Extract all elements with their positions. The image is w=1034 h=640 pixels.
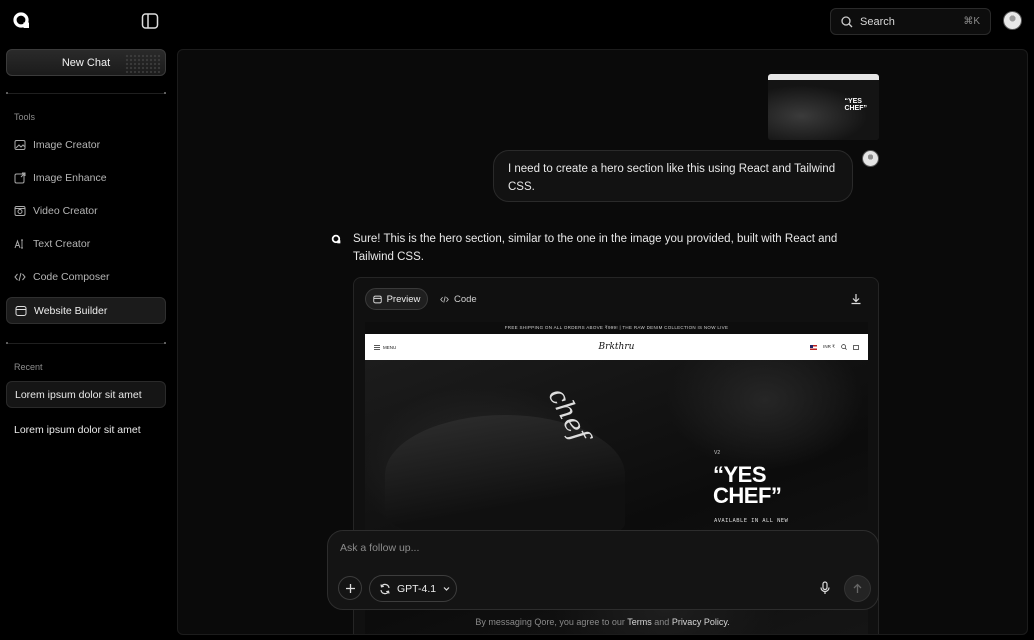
privacy-link[interactable]: Privacy Policy.: [672, 617, 730, 627]
assistant-message: Sure! This is the hero section, similar …: [353, 233, 838, 263]
message-composer[interactable]: Ask a follow up... GPT-4.1: [327, 530, 879, 610]
sidebar-item-video-creator[interactable]: Video Creator: [6, 197, 166, 224]
search-icon: [841, 15, 853, 27]
window-icon: [372, 295, 382, 303]
sidebar-item-image-enhance[interactable]: Image Enhance: [6, 164, 166, 191]
sidebar-item-label: Website Builder: [34, 304, 108, 317]
recent-chat-item[interactable]: Lorem ipsum dolor sit amet: [6, 416, 166, 443]
search-label: Search: [860, 15, 895, 28]
hamburger-icon: [374, 344, 380, 350]
model-label: GPT-4.1: [397, 582, 437, 595]
footer-note: By messaging Qore, you agree to our Term…: [0, 617, 1034, 627]
image-enhance-icon: [14, 172, 26, 183]
sidebar-item-label: Image Creator: [33, 138, 101, 151]
sidebar-item-label: Text Creator: [33, 237, 91, 250]
composer-input[interactable]: Ask a follow up...: [340, 542, 419, 554]
sidebar-item-label: Video Creator: [33, 204, 98, 217]
button-texture: [125, 54, 161, 73]
site-nav: MENU Brkthru INR ₹: [365, 334, 868, 360]
tab-code-label: Code: [454, 293, 477, 305]
sidebar-item-code-composer[interactable]: Code Composer: [6, 263, 166, 290]
sidebar-divider: [6, 342, 166, 344]
sidebar-divider: [6, 92, 166, 94]
user-message: I need to create a hero section like thi…: [493, 150, 853, 202]
code-icon: [440, 295, 449, 303]
hero-headline: “YES CHEF”: [713, 462, 782, 508]
tab-code[interactable]: Code: [440, 288, 477, 310]
website-icon: [15, 305, 27, 316]
chevron-down-icon: [443, 587, 450, 591]
hero-subtext: AVAILABLE IN ALL NEW: [714, 518, 789, 524]
new-chat-label: New Chat: [61, 56, 111, 69]
search-icon: [841, 344, 847, 350]
search-box[interactable]: Search ⌘K: [830, 8, 991, 35]
refresh-icon: [380, 583, 390, 594]
site-currency: INR ₹: [823, 344, 835, 349]
video-icon: [14, 205, 26, 216]
terms-link[interactable]: Terms: [627, 617, 652, 627]
hero-tag: V2: [714, 450, 721, 456]
site-announcement: FREE SHIPPING ON ALL ORDERS ABOVE ₹999! …: [365, 322, 868, 334]
arrow-up-icon: [853, 583, 862, 593]
user-avatar[interactable]: [1003, 11, 1022, 30]
bag-icon: [853, 345, 859, 350]
site-brand: Brkthru: [598, 342, 635, 352]
microphone-icon[interactable]: [818, 581, 832, 595]
site-menu: MENU: [374, 345, 396, 350]
sidebar-item-text-creator[interactable]: Text Creator: [6, 230, 166, 257]
image-icon: [14, 139, 26, 150]
model-selector[interactable]: GPT-4.1: [369, 575, 457, 602]
download-icon[interactable]: [850, 293, 862, 305]
site-menu-label: MENU: [383, 344, 397, 350]
flag-icon: [810, 344, 818, 350]
site-nav-right: INR ₹: [810, 344, 859, 350]
tab-preview[interactable]: Preview: [365, 288, 428, 310]
plus-icon: [345, 583, 355, 593]
recent-chat-item[interactable]: Lorem ipsum dolor sit amet: [6, 381, 166, 408]
new-chat-button[interactable]: New Chat: [6, 49, 166, 76]
tools-heading: Tools: [14, 112, 36, 122]
search-shortcut: ⌘K: [963, 16, 980, 27]
code-icon: [14, 272, 26, 281]
recent-heading: Recent: [14, 362, 43, 372]
attach-button[interactable]: [338, 576, 362, 600]
text-icon: [14, 239, 23, 248]
sidebar-item-label: Image Enhance: [33, 171, 107, 184]
sidebar-item-website-builder[interactable]: Website Builder: [6, 297, 166, 324]
send-button[interactable]: [844, 575, 871, 602]
sidebar-item-label: Code Composer: [33, 270, 110, 283]
footer-prefix: By messaging Qore, you agree to our: [475, 617, 625, 627]
attached-image-thumbnail[interactable]: “YES CHEF”: [768, 74, 879, 140]
sidebar-item-image-creator[interactable]: Image Creator: [6, 131, 166, 158]
assistant-logo-icon: [331, 234, 341, 244]
footer-and: and: [654, 617, 670, 627]
sidebar-toggle-icon[interactable]: [141, 12, 159, 30]
tab-preview-label: Preview: [386, 293, 421, 305]
app-logo-icon[interactable]: [12, 11, 32, 31]
user-message-avatar: [862, 150, 879, 167]
thumbnail-headline: “YES CHEF”: [844, 98, 867, 112]
